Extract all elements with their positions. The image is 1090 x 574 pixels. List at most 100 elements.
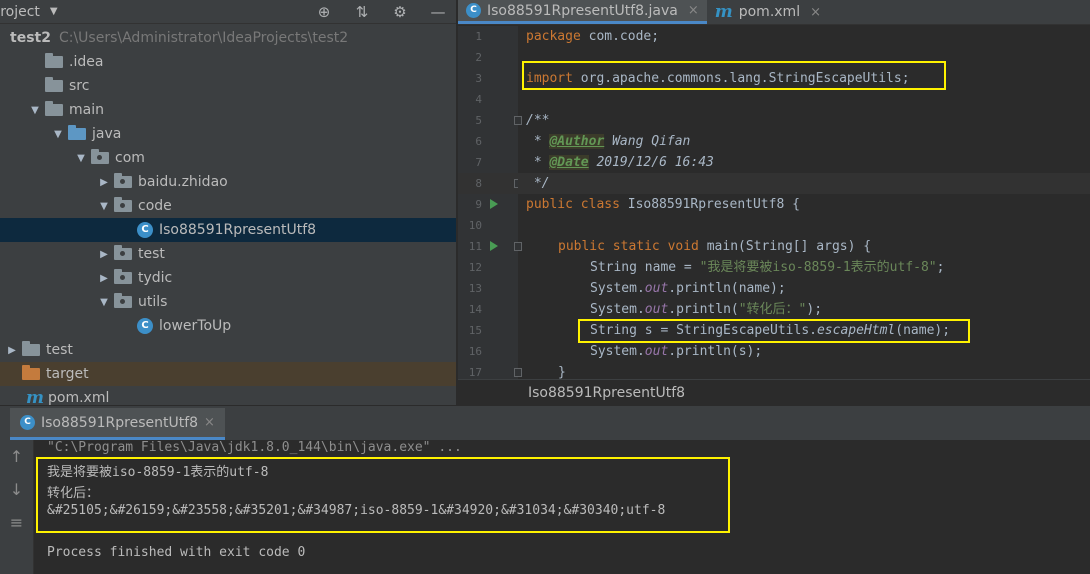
console-line: 我是将要被iso-8859-1表示的utf-8 bbox=[47, 465, 269, 480]
tab-java-file[interactable]: C Iso88591RpresentUtf8.java × bbox=[458, 0, 707, 24]
chevron-down-icon[interactable]: ▼ bbox=[98, 201, 110, 212]
code-line-11: public static void main(String[] args) { bbox=[558, 239, 872, 254]
breadcrumb[interactable]: Iso88591RpresentUtf8 bbox=[458, 379, 1090, 405]
soft-wrap-icon[interactable]: ≡ bbox=[0, 506, 33, 539]
line-number-text: 5 bbox=[475, 114, 482, 127]
class-icon: C bbox=[20, 415, 35, 430]
tree-item--idea[interactable]: .idea bbox=[0, 50, 456, 74]
tab-label: pom.xml bbox=[738, 4, 801, 20]
line-number-text: 11 bbox=[468, 240, 482, 253]
class-icon: C bbox=[137, 318, 153, 334]
editor: C Iso88591RpresentUtf8.java × m pom.xml … bbox=[458, 0, 1090, 405]
chevron-right-icon[interactable]: ▶ bbox=[98, 249, 110, 260]
tree-item-tydic[interactable]: ▶ tydic bbox=[0, 266, 456, 290]
code-line-6: * @Author Wang Qifan bbox=[526, 134, 691, 149]
tree-item-java[interactable]: ▼ java bbox=[0, 122, 456, 146]
chevron-down-icon[interactable]: ▼ bbox=[50, 6, 58, 17]
line-number: 14 bbox=[458, 299, 518, 320]
line-number: 5 bbox=[458, 110, 522, 131]
line-number: 12 bbox=[458, 257, 518, 278]
tree-item-target[interactable]: target bbox=[0, 362, 456, 386]
close-icon[interactable]: × bbox=[810, 5, 821, 20]
chevron-down-icon[interactable]: ▼ bbox=[75, 153, 87, 164]
run-icon[interactable] bbox=[490, 199, 498, 209]
line-number-text: 7 bbox=[475, 156, 482, 169]
folder-icon bbox=[68, 125, 86, 140]
maven-icon: m bbox=[714, 2, 733, 22]
line-number: 6 bbox=[458, 131, 518, 152]
tree-item-label: .idea bbox=[69, 54, 104, 70]
tree-item-code[interactable]: ▼ code bbox=[0, 194, 456, 218]
line-number: 13 bbox=[458, 278, 518, 299]
line-number: 11 bbox=[458, 236, 522, 257]
tree-item-label: pom.xml bbox=[48, 390, 110, 406]
package-icon bbox=[114, 293, 132, 308]
tree-item-com[interactable]: ▼ com bbox=[0, 146, 456, 170]
chevron-down-icon[interactable]: ▼ bbox=[29, 105, 41, 116]
line-number-text: 10 bbox=[468, 219, 482, 232]
project-panel: Project ▼ ⊕ ⇅ ⚙ — test2 C:\Users\Administ… bbox=[0, 0, 457, 408]
code-line-13: System.out.println(name); bbox=[590, 281, 786, 296]
tab-pom[interactable]: m pom.xml × bbox=[707, 0, 829, 24]
line-number-text: 1 bbox=[475, 30, 482, 43]
code-line-12: String name = "我是将要被iso-8859-1表示的utf-8"; bbox=[590, 260, 945, 275]
line-number-text: 3 bbox=[475, 72, 482, 85]
folder-icon bbox=[45, 53, 63, 68]
line-number-text: 2 bbox=[475, 51, 482, 64]
line-number: 3 bbox=[458, 68, 518, 89]
project-title[interactable]: Project bbox=[0, 4, 40, 20]
tree-item-path: C:\Users\Administrator\IdeaProjects\test… bbox=[58, 30, 349, 46]
line-number: 2 bbox=[458, 47, 518, 68]
line-number: 9 bbox=[458, 194, 518, 215]
tree-item-test[interactable]: ▶ test bbox=[0, 242, 456, 266]
maven-icon: m bbox=[26, 388, 44, 408]
code-area[interactable]: package com.code; import org.apache.comm… bbox=[518, 26, 1090, 380]
project-header: Project ▼ ⊕ ⇅ ⚙ — bbox=[0, 0, 456, 24]
arrow-up-icon[interactable]: ↑ bbox=[0, 440, 33, 473]
tree-item-label: main bbox=[69, 102, 104, 118]
locate-icon[interactable]: ⊕ bbox=[316, 3, 332, 21]
tree-item-lowertoup[interactable]: ClowerToUp bbox=[0, 314, 456, 338]
tree-item-label: test bbox=[138, 246, 165, 262]
chevron-right-icon[interactable]: ▶ bbox=[6, 345, 18, 356]
folder-icon bbox=[22, 365, 40, 380]
code-line-9: public class Iso88591RpresentUtf8 { bbox=[526, 197, 800, 212]
line-number-text: 8 bbox=[475, 177, 482, 190]
line-gutter: 1 2 3 4 5 6 7 8 9 10 11 12 13 14 15 16 17 bbox=[458, 26, 522, 379]
close-icon[interactable]: × bbox=[204, 415, 215, 430]
collapse-icon[interactable]: ⇅ bbox=[354, 3, 370, 21]
line-number-text: 16 bbox=[468, 345, 482, 358]
tree-item-label: src bbox=[69, 78, 90, 94]
code-line-3: import org.apache.commons.lang.StringEsc… bbox=[526, 71, 910, 86]
tree-item-src[interactable]: src bbox=[0, 74, 456, 98]
tree-item-baidu-zhidao[interactable]: ▶ baidu.zhidao bbox=[0, 170, 456, 194]
chevron-right-icon[interactable]: ▶ bbox=[98, 273, 110, 284]
run-tab[interactable]: C Iso88591RpresentUtf8 × bbox=[10, 408, 225, 440]
tree-item-label: code bbox=[138, 198, 172, 214]
tree-item-label: java bbox=[92, 126, 122, 142]
run-icon[interactable] bbox=[490, 241, 498, 251]
code-line-14: System.out.println("转化后："); bbox=[590, 302, 823, 317]
line-number: 8 bbox=[458, 173, 522, 194]
tree-item-test2[interactable]: test2 C:\Users\Administrator\IdeaProjects… bbox=[0, 26, 456, 50]
close-icon[interactable]: × bbox=[688, 3, 699, 18]
tree-item-iso88591rpresentutf8[interactable]: C Iso88591RpresentUtf8 bbox=[0, 218, 456, 242]
run-tab-label: Iso88591RpresentUtf8 bbox=[41, 414, 199, 431]
gear-icon[interactable]: ⚙ bbox=[392, 3, 408, 21]
tree-item-main[interactable]: ▼ main bbox=[0, 98, 456, 122]
run-toolbar: ↑ ↓ ≡ bbox=[0, 440, 34, 574]
line-number: 10 bbox=[458, 215, 518, 236]
tree-item-label: tydic bbox=[138, 270, 173, 286]
chevron-down-icon[interactable]: ▼ bbox=[52, 129, 64, 140]
tab-label: Iso88591RpresentUtf8.java bbox=[487, 2, 678, 19]
project-tree: test2 C:\Users\Administrator\IdeaProjects… bbox=[0, 26, 456, 410]
line-number-text: 14 bbox=[468, 303, 482, 316]
chevron-right-icon[interactable]: ▶ bbox=[98, 177, 110, 188]
hide-icon[interactable]: — bbox=[430, 3, 446, 21]
console-output[interactable]: "C:\Program Files\Java\jdk1.8.0_144\bin\… bbox=[36, 440, 1090, 574]
arrow-down-icon[interactable]: ↓ bbox=[0, 473, 33, 506]
tree-item-test[interactable]: ▶ test bbox=[0, 338, 456, 362]
line-number: 16 bbox=[458, 341, 518, 362]
chevron-down-icon[interactable]: ▼ bbox=[98, 297, 110, 308]
tree-item-utils[interactable]: ▼ utils bbox=[0, 290, 456, 314]
